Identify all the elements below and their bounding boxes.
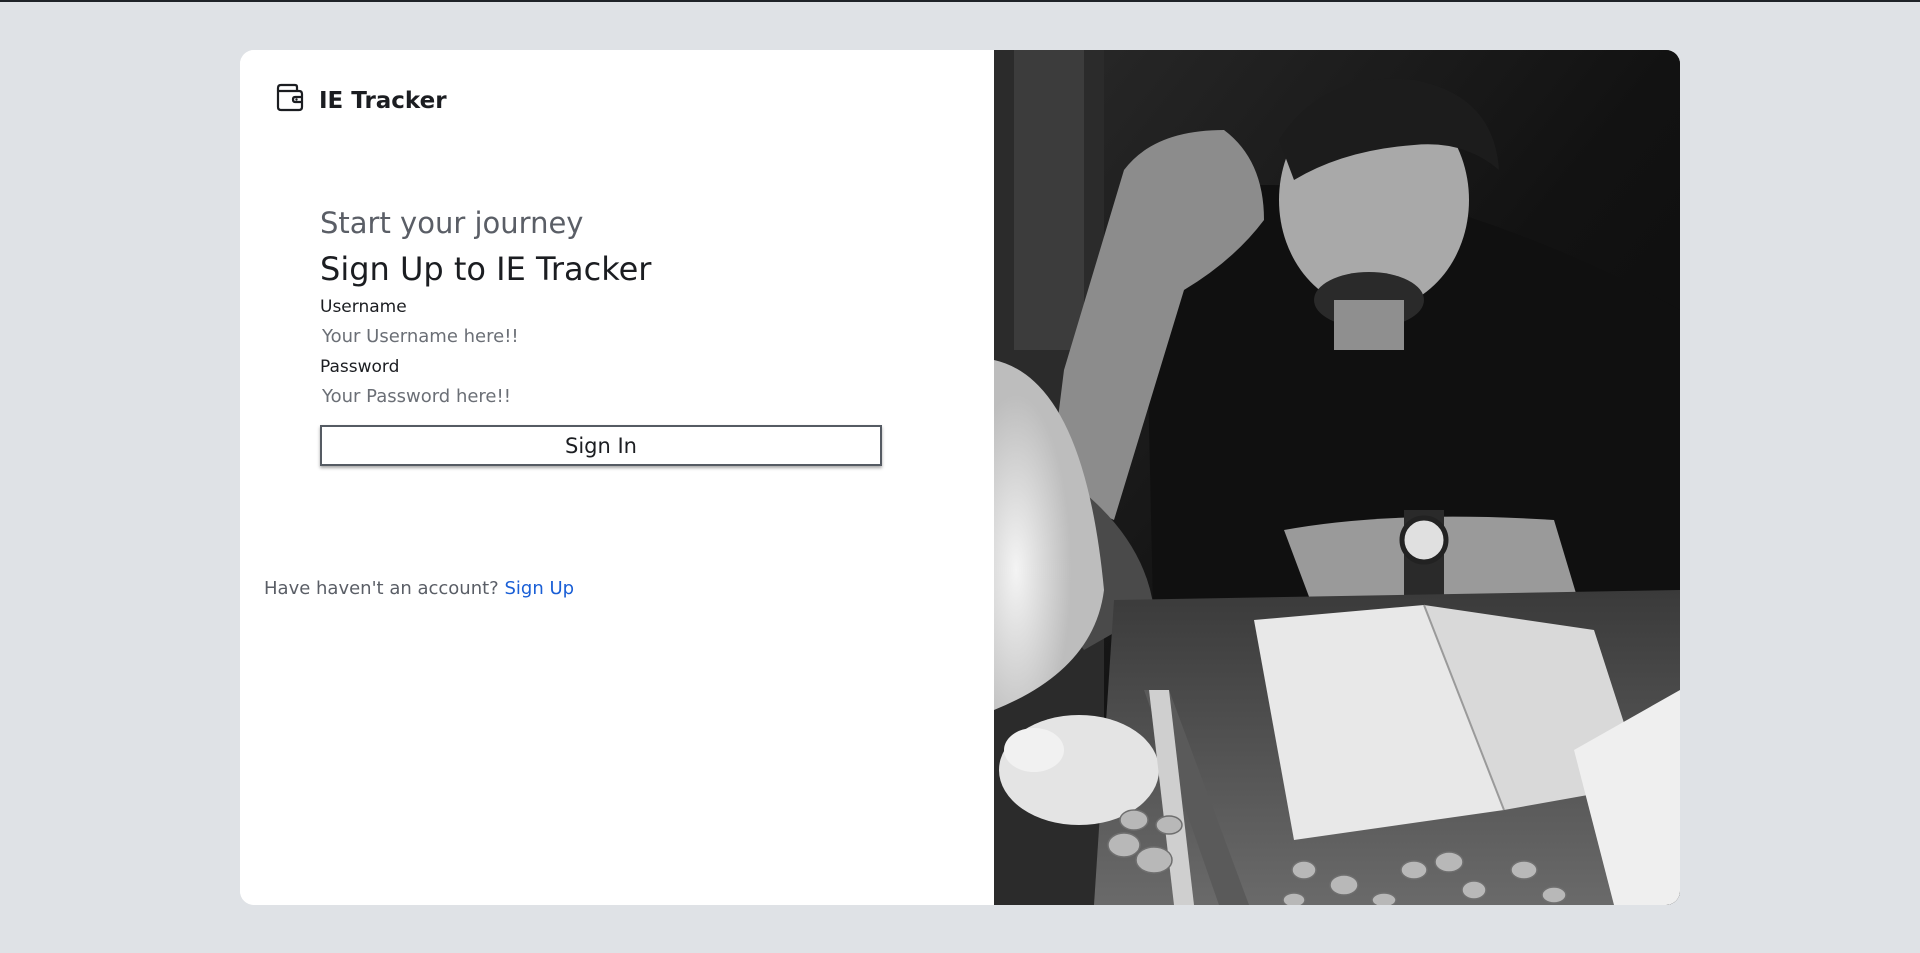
top-border <box>0 0 1920 2</box>
password-input[interactable] <box>320 377 882 417</box>
hero-image <box>994 50 1680 905</box>
brand-name: IE Tracker <box>319 88 447 114</box>
username-label: Username <box>320 297 407 317</box>
form-title: Sign Up to IE Tracker <box>320 250 652 288</box>
signup-prompt: Have haven't an account? Sign Up <box>264 578 574 599</box>
signup-form: Start your journey Sign Up to IE Tracker… <box>320 205 882 466</box>
auth-card: IE Tracker Start your journey Sign Up to… <box>240 50 1680 905</box>
sign-in-button[interactable]: Sign In <box>320 425 882 466</box>
sign-up-link[interactable]: Sign Up <box>504 578 574 599</box>
username-input[interactable] <box>320 317 882 357</box>
form-panel: IE Tracker Start your journey Sign Up to… <box>240 50 994 905</box>
brand[interactable]: IE Tracker <box>274 82 447 114</box>
hero-photo <box>994 50 1680 905</box>
password-label: Password <box>320 357 400 377</box>
form-subtitle: Start your journey <box>320 206 584 240</box>
wallet-icon <box>274 82 304 112</box>
signup-prompt-text: Have haven't an account? <box>264 578 499 599</box>
